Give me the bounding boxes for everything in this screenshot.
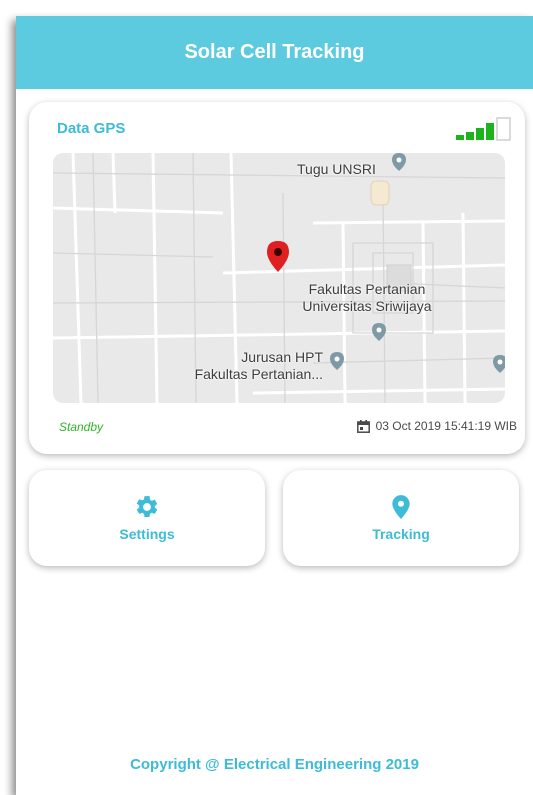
app-title: Solar Cell Tracking xyxy=(184,41,365,63)
footer-copyright: Copyright @ Electrical Engineering 2019 xyxy=(130,756,419,773)
pin-tugu-unsri xyxy=(392,153,406,171)
location-marker-icon xyxy=(267,241,289,272)
location-pin-icon xyxy=(392,495,410,519)
signal-bars-icon xyxy=(456,117,511,141)
map-label-faperta-line1: Fakultas Pertanian xyxy=(308,281,426,297)
status-text: Standby xyxy=(59,420,104,434)
gear-icon xyxy=(136,496,158,517)
settings-button[interactable]: Settings xyxy=(29,470,265,566)
map-label-tugu-unsri: Tugu UNSRI xyxy=(297,161,376,177)
pin-edge xyxy=(493,355,505,373)
tracking-button-label: Tracking xyxy=(372,526,430,542)
app-screen: Solar Cell Tracking Data GPS Tugu UNSRI … xyxy=(16,16,533,795)
tracking-button[interactable]: Tracking xyxy=(283,470,519,566)
map-label-hpt-line2: Fakultas Pertanian... xyxy=(194,366,323,382)
map-label-faperta-line2: Universitas Sriwijaya xyxy=(302,298,432,314)
timestamp: 03 Oct 2019 15:41:19 WIB xyxy=(356,419,517,433)
map-view[interactable]: Tugu UNSRI Fakultas Pertanian Universita… xyxy=(53,153,505,403)
gps-card: Data GPS Tugu UNSRI Fakultas Pertanian U… xyxy=(29,102,525,454)
map-label-hpt-line1: Jurusan HPT xyxy=(241,349,323,365)
app-bar: Solar Cell Tracking xyxy=(16,16,533,89)
settings-button-label: Settings xyxy=(119,526,175,542)
gps-card-title: Data GPS xyxy=(57,120,126,137)
calendar-icon xyxy=(356,419,370,433)
timestamp-text: 03 Oct 2019 15:41:19 WIB xyxy=(375,419,517,433)
pin-jurusan-hpt xyxy=(330,352,344,370)
